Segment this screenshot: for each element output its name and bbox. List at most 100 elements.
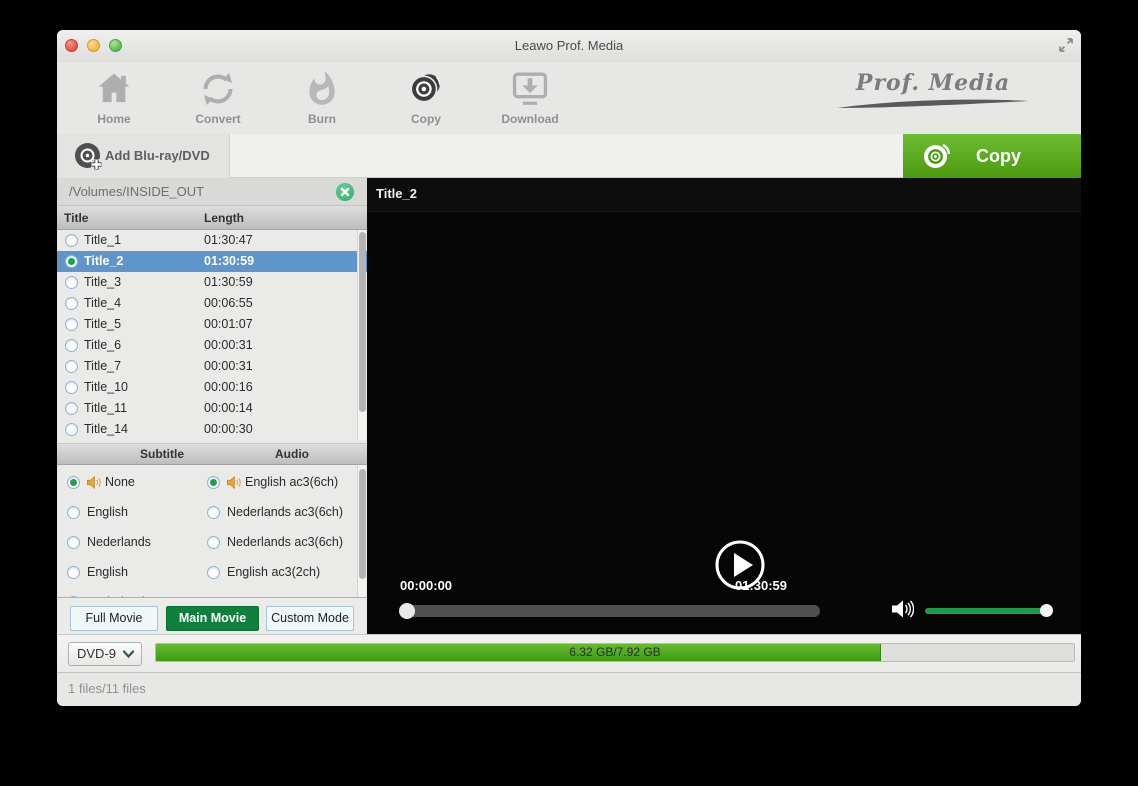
close-icon [340, 187, 350, 197]
main-movie-button[interactable]: Main Movie [166, 606, 259, 631]
status-bar: 1 files/11 files [57, 672, 1081, 706]
track-options-scroll-thumb[interactable] [359, 469, 366, 579]
app-window: Leawo Prof. Media Home Convert Burn Copy… [57, 30, 1081, 706]
video-preview: Title_2 00:00:00 01:30:59 [367, 178, 1081, 634]
seek-thumb[interactable] [399, 603, 415, 619]
title-radio[interactable] [65, 318, 78, 331]
convert-icon [203, 72, 233, 106]
track-options-scrollbar[interactable] [357, 465, 366, 597]
title-row-3[interactable]: Title_3 01:30:59 [57, 272, 367, 293]
audio-header: Audio [275, 447, 309, 461]
toolbar-download[interactable]: Download [478, 66, 582, 130]
minimize-window-button[interactable] [87, 39, 100, 52]
audio-radio[interactable] [207, 566, 220, 579]
title-radio[interactable] [65, 423, 78, 436]
track-options: None English Nederlands English Nederlan… [57, 465, 367, 597]
title-name: Title_4 [84, 296, 122, 310]
copy-action-button[interactable]: Copy [903, 134, 1081, 178]
title-list: Title_1 01:30:47 Title_2 01:30:59 Title_… [57, 230, 367, 440]
title-row-6[interactable]: Title_6 00:00:31 [57, 335, 367, 356]
expand-icon[interactable] [1057, 36, 1075, 54]
subtitle-radio[interactable] [67, 506, 80, 519]
title-row-11[interactable]: Title_11 00:00:14 [57, 398, 367, 419]
main-toolbar: Home Convert Burn Copy Download Prof. Me… [57, 62, 1081, 134]
title-length: 01:30:47 [204, 233, 253, 247]
title-length: 00:00:16 [204, 380, 253, 394]
title-length: 00:00:31 [204, 338, 253, 352]
title-length: 01:30:59 [204, 275, 253, 289]
subtitle-radio[interactable] [67, 476, 80, 489]
speaker-icon [226, 475, 241, 490]
disc-type-value: DVD-9 [77, 646, 117, 661]
toolbar-burn[interactable]: Burn [270, 66, 374, 130]
source-path: /Volumes/INSIDE_OUT [69, 184, 205, 199]
copy-disc-icon [924, 143, 951, 168]
zoom-window-button[interactable] [109, 39, 122, 52]
title-list-scroll-thumb[interactable] [359, 232, 366, 412]
toolbar-home-label: Home [97, 112, 131, 126]
add-bluray-dvd-button[interactable]: Add Blu-ray/DVD [57, 134, 230, 178]
toolbar-copy[interactable]: Copy [374, 66, 478, 130]
title-row-5[interactable]: Title_5 00:01:07 [57, 314, 367, 335]
title-length: 00:00:31 [204, 359, 253, 373]
volume-fill [925, 608, 1047, 614]
action-row: Add Blu-ray/DVD Copy [57, 134, 1081, 178]
custom-mode-button[interactable]: Custom Mode [266, 606, 354, 631]
title-row-7[interactable]: Title_7 00:00:31 [57, 356, 367, 377]
subtitle-radio[interactable] [67, 536, 80, 549]
audio-radio[interactable] [207, 476, 220, 489]
title-row-4[interactable]: Title_4 00:06:55 [57, 293, 367, 314]
title-length: 00:00:14 [204, 401, 253, 415]
subtitle-header: Subtitle [140, 447, 184, 461]
title-name: Title_2 [84, 254, 124, 268]
toolbar-download-label: Download [501, 112, 559, 126]
capacity-bar-row: DVD-9 6.32 GB/7.92 GB [57, 634, 1081, 672]
toolbar-convert[interactable]: Convert [166, 66, 270, 130]
title-radio[interactable] [65, 402, 78, 415]
volume-slider[interactable] [925, 604, 1053, 617]
subtitle-label: English [87, 505, 128, 519]
subtitle-label: English [87, 565, 128, 579]
brand-logo-text: Prof. Media [855, 70, 1011, 96]
title-length: 00:06:55 [204, 296, 253, 310]
title-name: Title_10 [84, 380, 129, 394]
copy-action-label: Copy [976, 146, 1021, 166]
preview-title: Title_2 [376, 186, 417, 201]
logo-swoosh [837, 99, 1029, 108]
title-radio[interactable] [65, 381, 78, 394]
volume-icon[interactable] [890, 598, 914, 620]
subtitle-radio[interactable] [67, 566, 80, 579]
title-row-1[interactable]: Title_1 01:30:47 [57, 230, 367, 251]
title-radio[interactable] [65, 339, 78, 352]
title-length: 01:30:59 [204, 254, 255, 268]
disc-type-select[interactable]: DVD-9 [68, 642, 142, 666]
title-row-14[interactable]: Title_14 00:00:30 [57, 419, 367, 440]
title-row-10[interactable]: Title_10 00:00:16 [57, 377, 367, 398]
capacity-progress: 6.32 GB/7.92 GB [155, 643, 1075, 662]
volume-thumb[interactable] [1040, 604, 1053, 617]
seek-bar[interactable] [399, 603, 820, 619]
title-name: Title_1 [84, 233, 122, 247]
title-name: Title_6 [84, 338, 122, 352]
title-list-scrollbar[interactable] [357, 230, 366, 440]
copy-icon [410, 74, 441, 103]
full-movie-button[interactable]: Full Movie [70, 606, 158, 631]
close-source-button[interactable] [336, 183, 354, 201]
audio-radio[interactable] [207, 506, 220, 519]
audio-label: Nederlands ac3(6ch) [227, 505, 344, 519]
tracks-header: Subtitle Audio [57, 443, 367, 465]
toolbar-home[interactable]: Home [62, 66, 166, 130]
audio-radio[interactable] [207, 536, 220, 549]
title-radio[interactable] [65, 297, 78, 310]
title-radio[interactable] [65, 234, 78, 247]
title-name: Title_3 [84, 275, 122, 289]
title-radio[interactable] [65, 276, 78, 289]
title-length: 00:00:30 [204, 422, 253, 436]
audio-label: English ac3(6ch) [245, 475, 339, 489]
title-row-2-selected[interactable]: Title_2 01:30:59 [57, 251, 367, 272]
close-window-button[interactable] [65, 39, 78, 52]
title-name: Title_5 [84, 317, 122, 331]
title-radio[interactable] [65, 360, 78, 373]
title-radio[interactable] [65, 255, 78, 268]
window-title: Leawo Prof. Media [514, 38, 624, 53]
